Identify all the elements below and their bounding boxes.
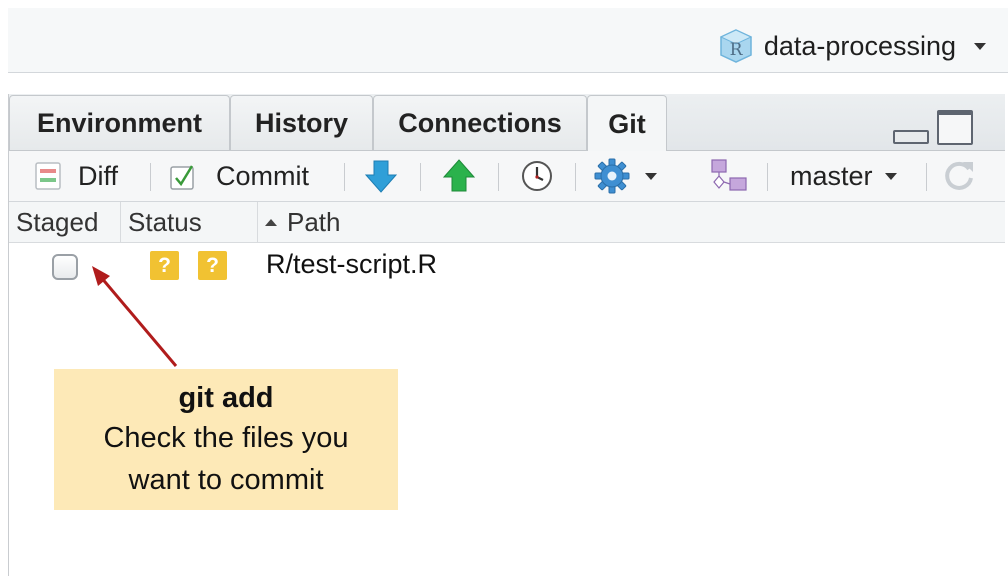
push-button[interactable] <box>443 151 475 201</box>
chevron-down-icon <box>645 172 657 180</box>
diff-icon <box>35 162 61 190</box>
file-path[interactable]: R/test-script.R <box>266 249 437 280</box>
commit-label: Commit <box>216 160 309 191</box>
status-badge-untracked: ? <box>150 251 179 280</box>
minimize-pane-icon[interactable] <box>893 130 929 144</box>
callout-line-1: Check the files you <box>103 422 349 454</box>
tab-connections[interactable]: Connections <box>373 95 587 150</box>
svg-text:R: R <box>729 40 743 60</box>
tab-git[interactable]: Git <box>587 95 667 152</box>
toolbar-divider <box>344 163 345 191</box>
branch-selector[interactable]: master <box>790 151 897 201</box>
column-header-path[interactable]: Path <box>258 202 1005 242</box>
pull-arrow-down-icon <box>365 160 397 193</box>
branch-icon <box>711 159 747 191</box>
refresh-icon <box>945 161 973 190</box>
tab-environment[interactable]: Environment <box>9 95 230 150</box>
toolbar-divider <box>926 163 927 191</box>
branch-name: master <box>790 160 873 191</box>
path-header-label: Path <box>287 206 341 237</box>
refresh-button[interactable] <box>941 151 977 201</box>
history-button[interactable] <box>521 151 553 201</box>
staged-checkbox[interactable] <box>52 254 78 280</box>
clock-icon <box>522 161 552 191</box>
column-header-status[interactable]: Status <box>121 202 258 242</box>
commit-button[interactable]: Commit <box>169 151 309 201</box>
pull-button[interactable] <box>365 151 397 201</box>
project-name: data-processing <box>763 30 956 61</box>
project-selector[interactable]: R data-processing <box>718 28 986 64</box>
annotation-callout: git add Check the files you want to comm… <box>54 369 398 510</box>
new-branch-button[interactable] <box>709 151 749 201</box>
callout-line-2: want to commit <box>128 464 324 496</box>
git-toolbar: Diff Commit master <box>9 151 1005 202</box>
commit-checkbox-icon <box>170 165 194 190</box>
table-row[interactable]: ? ? R/test-script.R <box>9 242 1005 292</box>
more-menu-button[interactable] <box>593 151 657 201</box>
toolbar-divider <box>498 163 499 191</box>
toolbar-divider <box>150 163 151 191</box>
diff-label: Diff <box>78 160 119 191</box>
staged-header-label: Staged <box>16 206 99 237</box>
column-header-staged[interactable]: Staged <box>9 202 121 242</box>
toolbar-divider <box>420 163 421 191</box>
push-arrow-up-icon <box>443 159 475 192</box>
chevron-down-icon <box>974 42 986 50</box>
callout-title: git add <box>178 382 274 414</box>
tab-history[interactable]: History <box>230 95 373 150</box>
diff-button[interactable]: Diff <box>35 151 118 201</box>
chevron-down-icon <box>884 172 897 180</box>
toolbar-divider <box>767 163 768 191</box>
sort-ascending-icon <box>265 218 277 226</box>
toolbar-divider <box>575 163 576 191</box>
maximize-pane-icon[interactable] <box>937 110 973 145</box>
project-bar: R data-processing <box>8 8 1008 73</box>
gear-icon <box>594 158 630 194</box>
r-project-cube-icon: R <box>719 29 753 63</box>
status-badge-untracked: ? <box>198 251 227 280</box>
changes-table-header: Staged Status Path <box>9 202 1005 243</box>
status-header-label: Status <box>128 206 202 237</box>
pane-tabstrip: Environment History Connections Git <box>9 94 1005 152</box>
